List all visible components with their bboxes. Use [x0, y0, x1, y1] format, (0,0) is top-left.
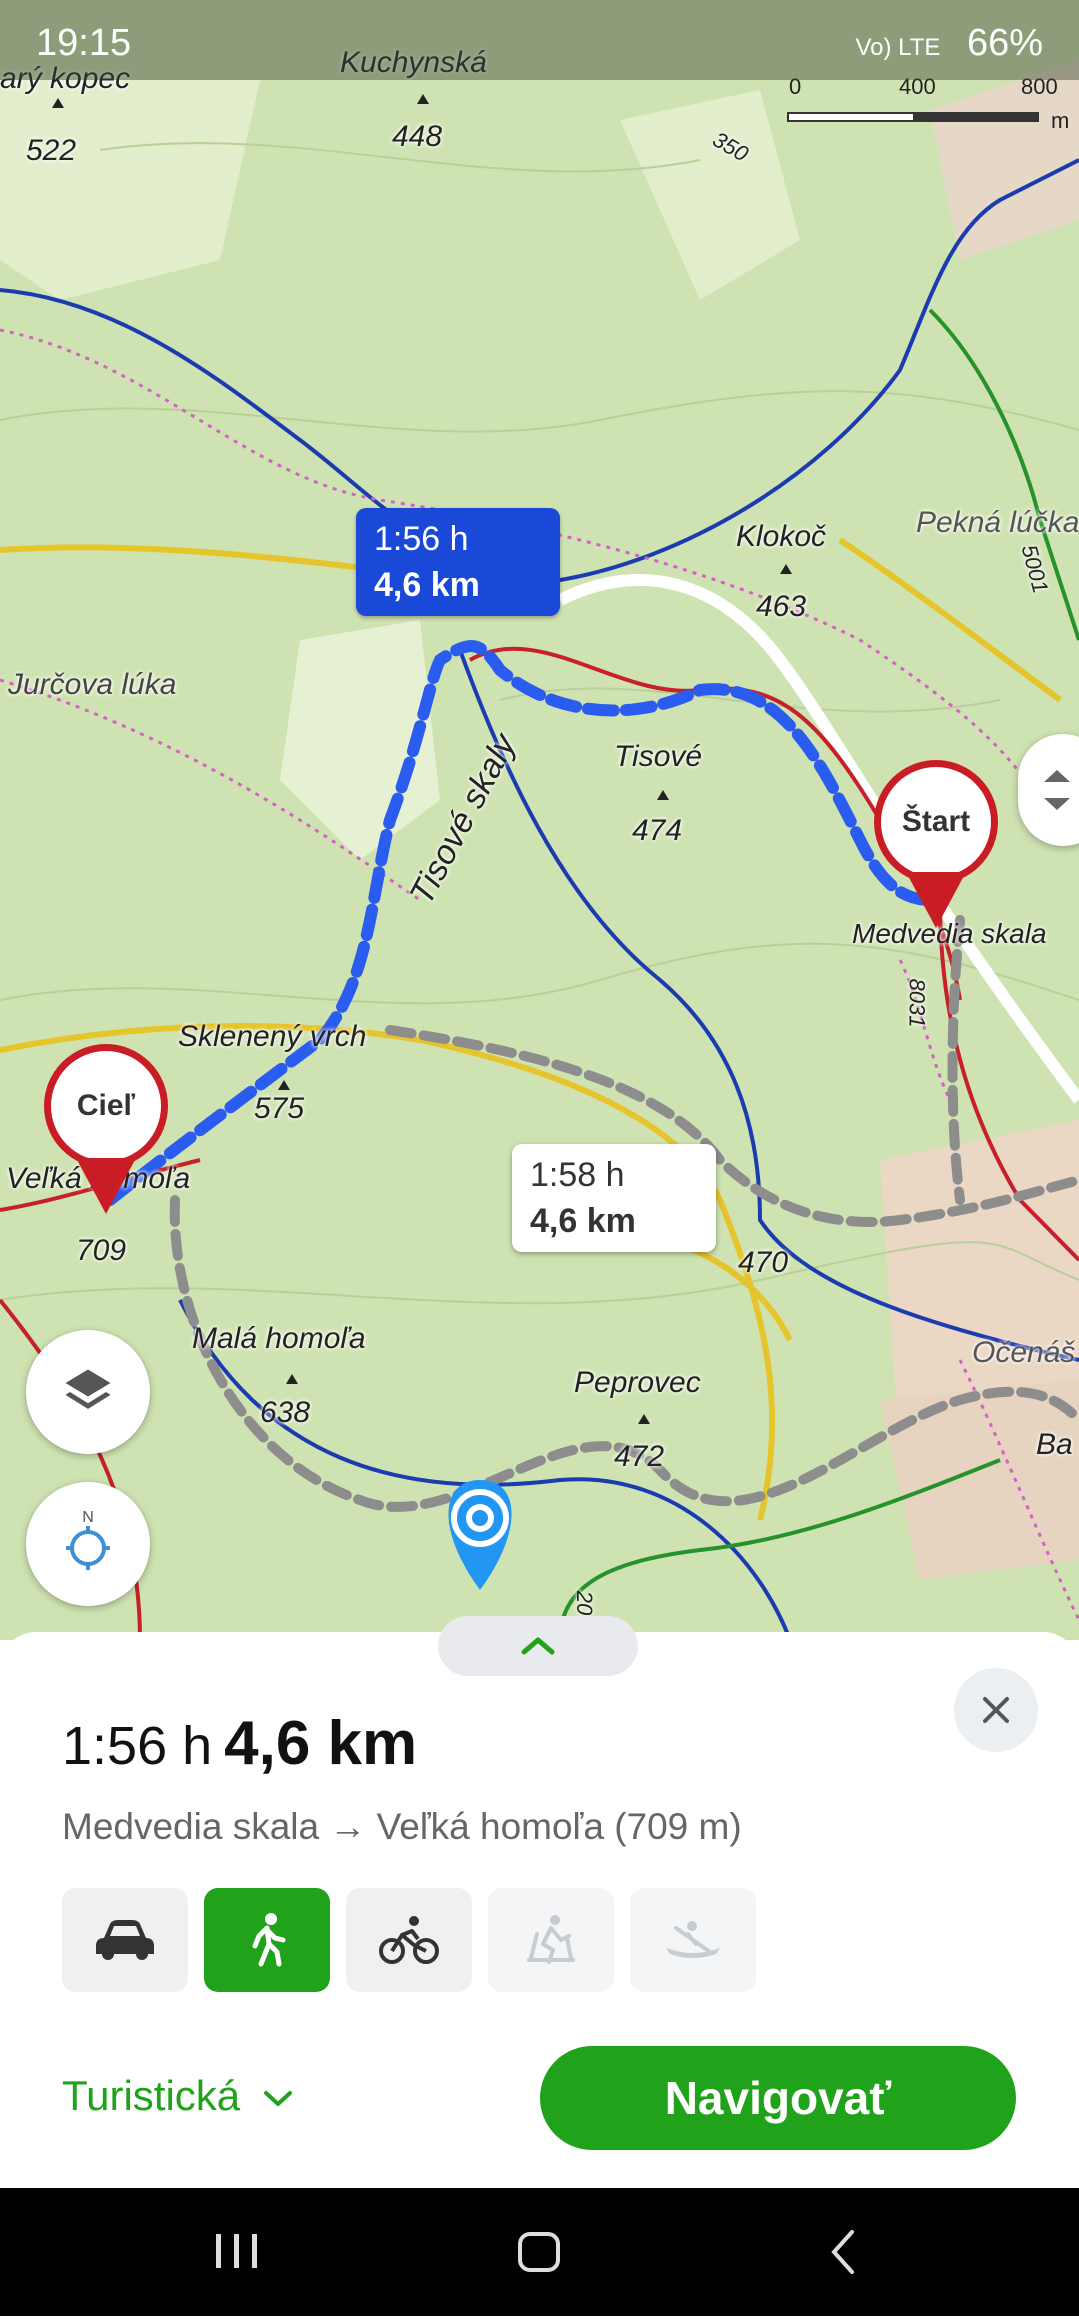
map-label-tisove: Tisové — [614, 740, 703, 773]
network-type: Vo) LTE — [855, 34, 941, 61]
chevron-up-icon — [521, 1637, 555, 1655]
active-route-bubble[interactable]: 1:56 h 4,6 km — [356, 508, 560, 616]
back-icon — [831, 2230, 854, 2274]
mode-canoe-button[interactable] — [630, 1888, 756, 1992]
alt-route-time: 1:58 h — [530, 1156, 625, 1194]
mode-car-button[interactable] — [62, 1888, 188, 1992]
alt-route-bubble[interactable]: 1:58 h 4,6 km — [512, 1144, 716, 1252]
finish-pin-tail — [76, 1158, 136, 1214]
map-view[interactable]: arý kopec Kuchynská Klokoč Pekná lúčka J… — [0, 0, 1079, 1641]
layers-button[interactable] — [26, 1330, 150, 1454]
route-sheet: 1:56 h 4,6 km Medvedia skala → Veľká homo… — [0, 1616, 1079, 2188]
elevation-label: 522 — [26, 134, 77, 167]
compass-button[interactable]: N — [26, 1482, 150, 1606]
route-type-label: Turistická — [62, 2072, 241, 2119]
map-label-jurcova-luka: Jurčova lúka — [8, 668, 177, 701]
status-time: 19:15 — [36, 22, 132, 64]
elevation-label: 575 — [254, 1092, 305, 1125]
alt-route-distance: 4,6 km — [530, 1202, 636, 1240]
route-distance: 4,6 km — [224, 1709, 418, 1778]
start-pin-tail — [906, 872, 966, 928]
scale-bar: 0 400 800 m — [779, 74, 1069, 134]
active-route-time: 1:56 h — [374, 520, 469, 558]
mode-skiing-button[interactable] — [488, 1888, 614, 1992]
route-number-label: 8031 — [904, 978, 930, 1028]
svg-text:N: N — [82, 1509, 94, 1526]
recent-apps-icon — [216, 2234, 257, 2268]
mode-bicycle-button[interactable] — [346, 1888, 472, 1992]
start-pin-label: Štart — [901, 805, 971, 838]
map-label-klokoc: Klokoč — [736, 520, 827, 553]
system-nav-icons — [216, 2230, 854, 2274]
scale-unit: m — [1051, 108, 1070, 133]
finish-pin[interactable]: Cieľ — [44, 1044, 168, 1168]
map-label-ocenas: Očenáš — [972, 1336, 1076, 1369]
map-label-pekna-lucka: Pekná lúčka — [916, 506, 1079, 539]
canoe-icon — [666, 1921, 720, 1958]
home-icon — [518, 2232, 560, 2272]
route-expand-button[interactable] — [1018, 734, 1079, 846]
active-route-distance: 4,6 km — [374, 566, 480, 604]
map-label-peprovec: Peprovec — [574, 1366, 701, 1399]
mode-walking-button[interactable] — [204, 1888, 330, 1992]
walking-icon — [252, 1913, 286, 1967]
status-bar: 19:15 Vo) LTE 66% — [0, 0, 1079, 80]
route-number-label: 20 — [572, 1590, 598, 1616]
scale-line — [787, 112, 1039, 122]
elevation-label: 472 — [614, 1440, 665, 1473]
route-summary: 1:56 h 4,6 km — [62, 1708, 417, 1779]
system-nav-bar — [0, 2188, 1079, 2316]
map-label-ba: Ba — [1036, 1428, 1073, 1461]
map-label-mala-homola: Malá homoľa — [192, 1322, 366, 1355]
skiing-icon — [527, 1915, 575, 1964]
start-pin[interactable]: Štart — [874, 760, 998, 884]
route-description: Medvedia skala → Veľká homoľa (709 m) — [62, 1806, 742, 1847]
layers-icon — [65, 1369, 111, 1409]
elevation-label: 463 — [756, 590, 807, 623]
navigate-button[interactable]: Navigovať — [540, 2046, 1016, 2150]
close-icon — [983, 1697, 1009, 1723]
compass-icon: N — [66, 1509, 110, 1570]
map-label-skleneny-vrch: Sklenený vrch — [178, 1020, 367, 1053]
up-down-arrows-icon — [1044, 770, 1070, 810]
elevation-label: 709 — [76, 1234, 127, 1267]
chevron-down-icon — [263, 2090, 292, 2106]
car-icon — [96, 1920, 154, 1960]
elevation-label: 474 — [632, 814, 683, 847]
route-type-dropdown[interactable]: Turistická — [62, 2072, 294, 2120]
elevation-label: 470 — [738, 1246, 789, 1279]
status-right: Vo) LTE 66% — [855, 22, 1043, 65]
battery-level: 66% — [966, 22, 1043, 64]
close-button[interactable] — [954, 1668, 1038, 1752]
route-time: 1:56 h — [62, 1716, 213, 1776]
elevation-label: 448 — [392, 120, 443, 153]
finish-pin-label: Cieľ — [76, 1089, 136, 1122]
sheet-handle[interactable] — [438, 1616, 638, 1676]
bicycle-icon — [379, 1916, 439, 1964]
elevation-label: 638 — [260, 1396, 311, 1429]
